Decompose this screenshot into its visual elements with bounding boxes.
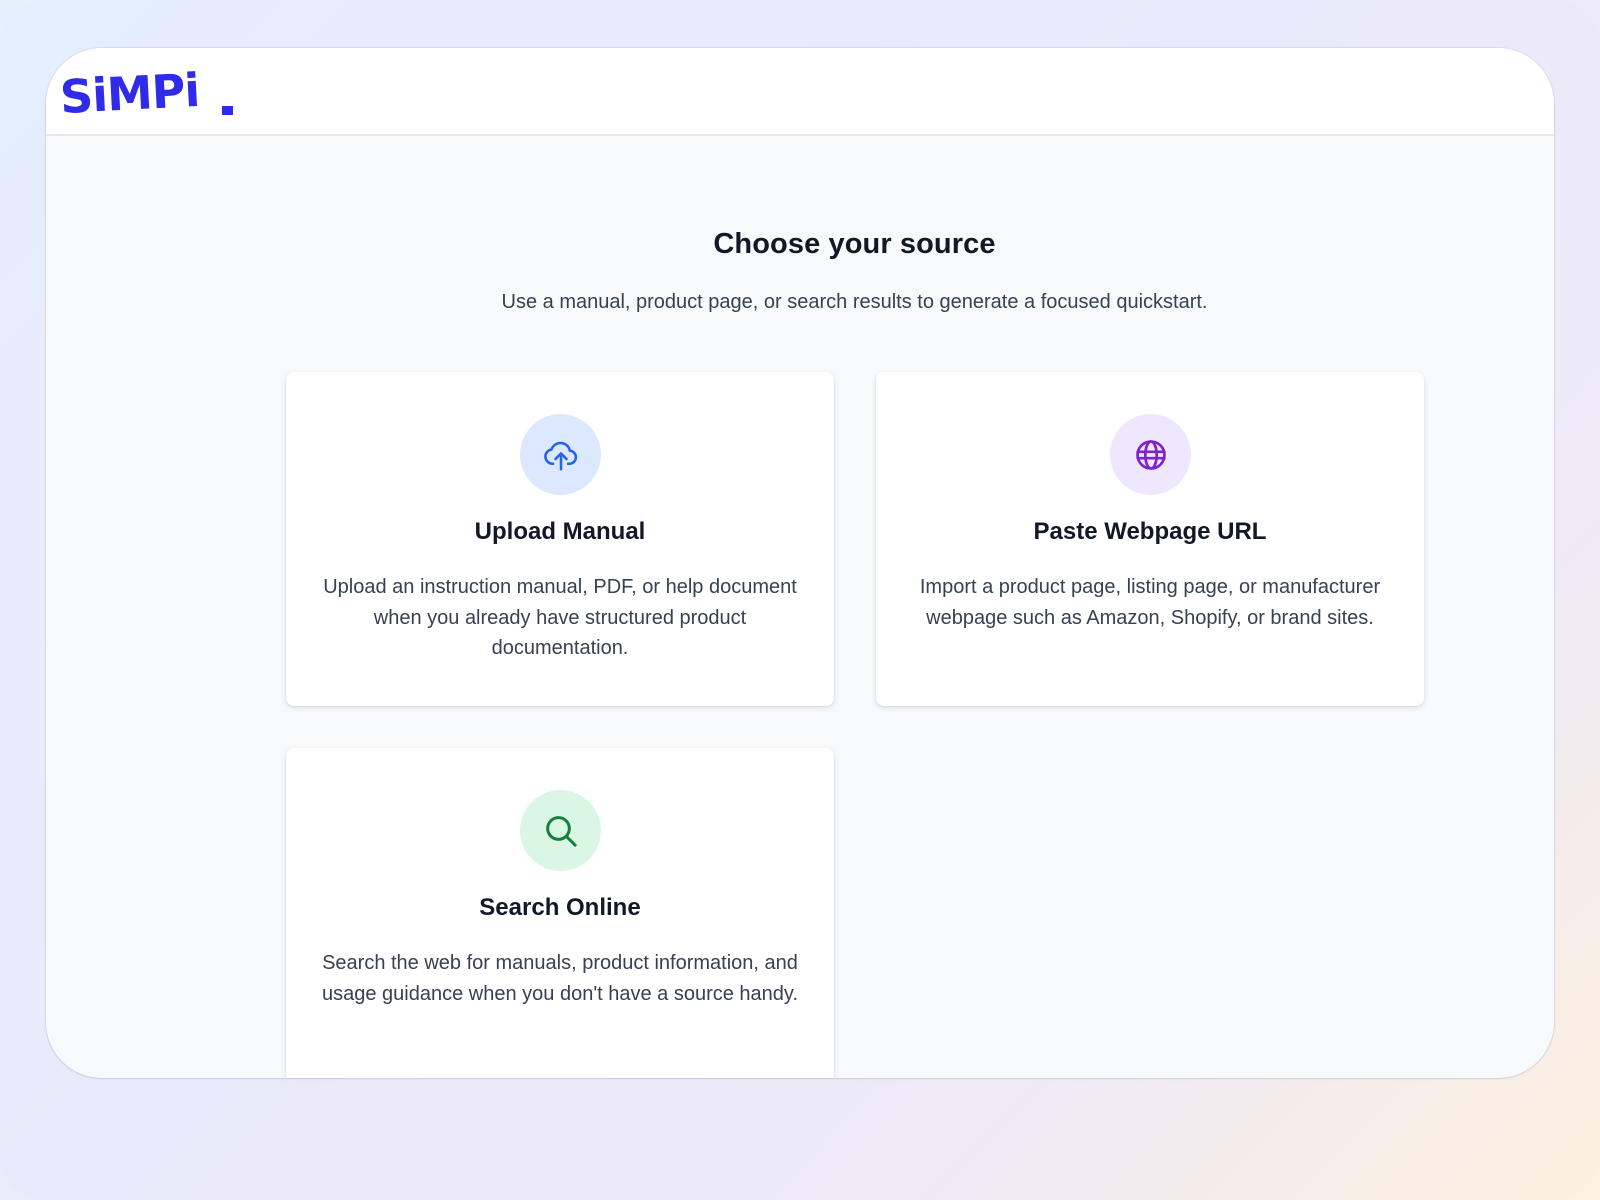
search-icon-badge — [520, 790, 601, 871]
svg-text:SiMPi: SiMPi — [60, 64, 200, 120]
paste-url-card[interactable]: Paste Webpage URL Import a product page,… — [876, 372, 1424, 706]
upload-manual-card[interactable]: Upload Manual Upload an instruction manu… — [286, 372, 834, 706]
upload-manual-title: Upload Manual — [474, 518, 646, 545]
page-subtitle: Use a manual, product page, or search re… — [501, 291, 1208, 313]
upload-manual-description: Upload an instruction manual, PDF, or he… — [323, 576, 797, 659]
globe-icon-badge — [1110, 414, 1191, 495]
page-title: Choose your source — [713, 228, 996, 260]
app-header: SiMPi — [46, 48, 1554, 136]
simpi-logo-mark: SiMPi — [60, 64, 233, 120]
paste-url-description: Import a product page, listing page, or … — [919, 576, 1381, 629]
page-background: SiMPi Choose your source Use a manual, p… — [0, 0, 1600, 1200]
search-online-card[interactable]: Search Online Search the web for manuals… — [286, 748, 834, 1078]
upload-icon-badge — [520, 414, 601, 495]
app-window: SiMPi Choose your source Use a manual, p… — [46, 48, 1554, 1078]
cloud-upload-icon — [543, 441, 577, 471]
search-online-description: Search the web for manuals, product info… — [321, 952, 798, 1005]
simpi-logo[interactable]: SiMPi — [60, 64, 240, 120]
globe-icon — [1135, 439, 1166, 470]
search-icon — [545, 815, 577, 847]
search-online-title: Search Online — [479, 894, 641, 921]
paste-url-title: Paste Webpage URL — [1033, 518, 1267, 545]
